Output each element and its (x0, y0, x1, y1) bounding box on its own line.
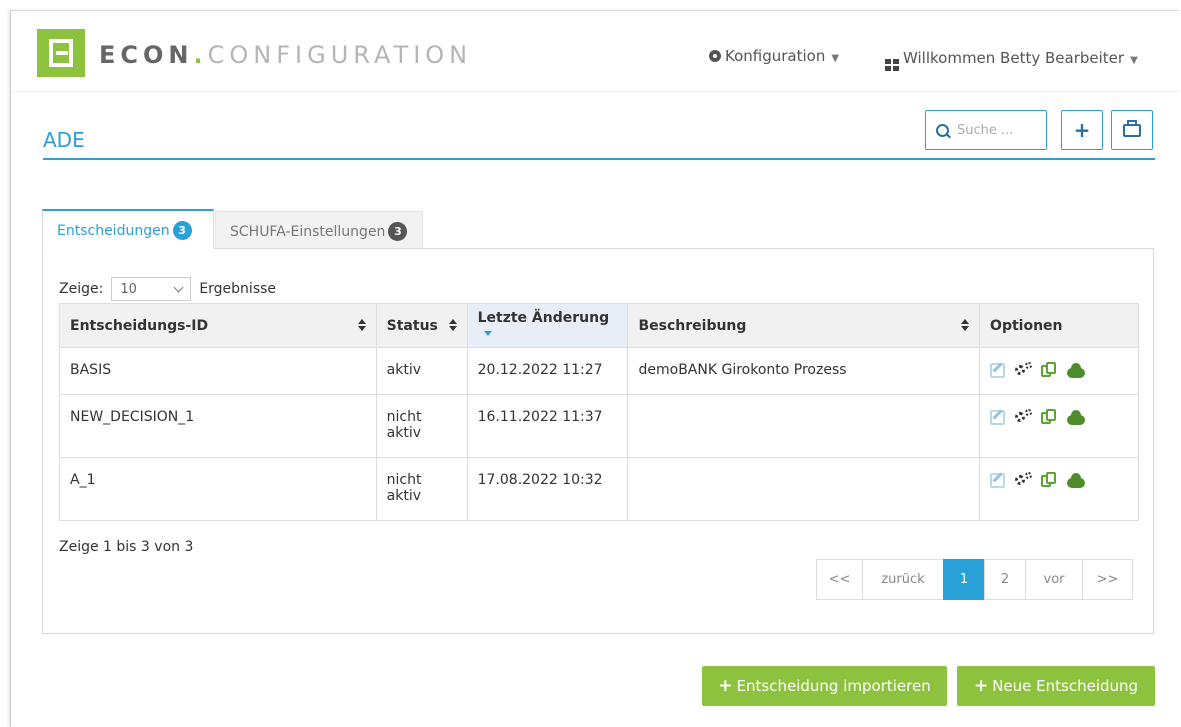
nav-user-label: Willkommen Betty Bearbeiter (903, 49, 1125, 67)
column-header-options: Optionen (979, 303, 1139, 348)
title-underline (43, 158, 1155, 160)
logo-mark (37, 29, 85, 77)
new-decision-button[interactable]: + Neue Entscheidung (957, 666, 1155, 706)
plus-icon: + (973, 676, 989, 696)
tab-label: SCHUFA-Einstellungen (230, 224, 386, 240)
add-button[interactable]: + (1061, 110, 1103, 150)
tab-label: Entscheidungen (57, 223, 170, 239)
column-label: Beschreibung (638, 317, 747, 334)
tab-schufa-einstellungen[interactable]: SCHUFA-Einstellungen 3 (215, 211, 423, 249)
count-badge: 3 (388, 222, 408, 241)
column-label: Status (386, 317, 438, 334)
column-header-id[interactable]: Entscheidungs-ID (59, 303, 377, 348)
plus-icon: + (1073, 118, 1091, 142)
page-title: ADE (43, 128, 85, 152)
table-header-row: Entscheidungs-ID Status Letzte Änderung … (59, 303, 1139, 348)
page-first-button[interactable]: << (816, 559, 863, 600)
cell-changed: 16.11.2022 11:37 (466, 394, 629, 458)
cloud-upload-icon[interactable] (1067, 362, 1086, 378)
column-header-status[interactable]: Status (375, 303, 468, 348)
length-suffix: Ergebnisse (199, 281, 277, 297)
count-badge: 3 (172, 221, 192, 240)
page-1-button[interactable]: 1 (943, 559, 985, 600)
logo-suffix: CONFIGURATION (207, 41, 473, 69)
edit-icon[interactable] (990, 362, 1006, 378)
logo-text: ECON.CONFIGURATION (99, 41, 472, 69)
caret-down-icon: ▼ (831, 53, 840, 64)
pagination: << zurück 1 2 vor >> (816, 559, 1133, 600)
import-decision-label: Entscheidung importieren (736, 677, 931, 695)
edit-icon[interactable] (990, 409, 1006, 425)
column-label: Entscheidungs-ID (70, 317, 209, 334)
logo-brand: ECON (99, 41, 194, 69)
column-header-changed[interactable]: Letzte Änderung (466, 303, 629, 348)
table-info: Zeige 1 bis 3 von 3 (59, 539, 194, 555)
top-navbar: ECON.CONFIGURATION Konfiguration ▼ Willko… (11, 11, 1179, 92)
page-prev-button[interactable]: zurück (862, 559, 944, 600)
copy-icon[interactable] (1041, 472, 1057, 488)
import-decision-button[interactable]: + Entscheidung importieren (702, 666, 947, 706)
settings-gears-icon[interactable] (1015, 362, 1033, 378)
copy-icon[interactable] (1041, 362, 1057, 378)
cell-description: demoBANK Girokonto Prozess (627, 347, 981, 395)
edit-icon[interactable] (990, 472, 1006, 488)
cell-id: BASIS (59, 347, 377, 395)
sort-desc-icon (483, 330, 492, 336)
cell-id: NEW_DECISION_1 (59, 394, 377, 458)
length-control: Zeige: 10 Ergebnisse (59, 277, 276, 301)
table-row: A_1 nicht aktiv 17.08.2022 10:32 (59, 457, 1139, 521)
logo-e-icon (49, 39, 73, 67)
cell-status: nicht aktiv (375, 394, 468, 458)
decisions-table: Entscheidungs-ID Status Letzte Änderung … (59, 303, 1139, 521)
cell-description (627, 394, 981, 458)
cell-description (627, 457, 981, 521)
page-2-button[interactable]: 2 (984, 559, 1026, 600)
tab-entscheidungen[interactable]: Entscheidungen 3 (42, 209, 214, 249)
cell-status: nicht aktiv (375, 457, 468, 521)
tab-panel: Zeige: 10 Ergebnisse Entscheidungs-ID St… (42, 248, 1154, 634)
page-next-button[interactable]: vor (1025, 559, 1083, 600)
length-prefix: Zeige: (59, 281, 104, 297)
new-decision-label: Neue Entscheidung (992, 677, 1139, 695)
cell-options (979, 347, 1139, 395)
search-input[interactable] (955, 121, 1043, 139)
column-header-description[interactable]: Beschreibung (627, 303, 981, 348)
search-icon (936, 123, 949, 137)
column-label: Letzte Änderung (477, 309, 610, 326)
cloud-upload-icon[interactable] (1067, 472, 1086, 488)
logo-dot: . (193, 41, 208, 69)
gear-icon (709, 50, 721, 62)
print-icon (1123, 119, 1141, 137)
cell-options (979, 394, 1139, 458)
cell-changed: 20.12.2022 11:27 (466, 347, 629, 395)
caret-down-icon: ▼ (1130, 55, 1138, 66)
table-row: BASIS aktiv 20.12.2022 11:27 demoBANK Gi… (59, 347, 1139, 395)
app-frame: ECON.CONFIGURATION Konfiguration ▼ Willko… (10, 10, 1179, 727)
table-row: NEW_DECISION_1 nicht aktiv 16.11.2022 11… (59, 394, 1139, 458)
cell-status: aktiv (375, 347, 468, 395)
settings-gears-icon[interactable] (1015, 472, 1033, 488)
print-button[interactable] (1111, 110, 1153, 150)
cell-changed: 17.08.2022 10:32 (466, 457, 629, 521)
cloud-upload-icon[interactable] (1067, 409, 1086, 425)
copy-icon[interactable] (1041, 409, 1057, 425)
cell-options (979, 457, 1139, 521)
nav-konfiguration-menu[interactable]: Konfiguration ▼ (709, 47, 839, 65)
settings-gears-icon[interactable] (1015, 409, 1033, 425)
page-last-button[interactable]: >> (1082, 559, 1133, 600)
page-size-select[interactable]: 10 (111, 277, 192, 301)
nav-user-menu[interactable]: Willkommen Betty Bearbeiter ▼ (885, 49, 1138, 71)
grid-icon (885, 59, 899, 71)
nav-konfiguration-label: Konfiguration (725, 47, 826, 65)
search-field[interactable] (925, 110, 1047, 150)
cell-id: A_1 (59, 457, 377, 521)
column-label: Optionen (990, 317, 1063, 334)
page-size-value: 10 (120, 281, 137, 297)
chevron-down-icon (173, 282, 184, 292)
plus-icon: + (718, 676, 733, 696)
